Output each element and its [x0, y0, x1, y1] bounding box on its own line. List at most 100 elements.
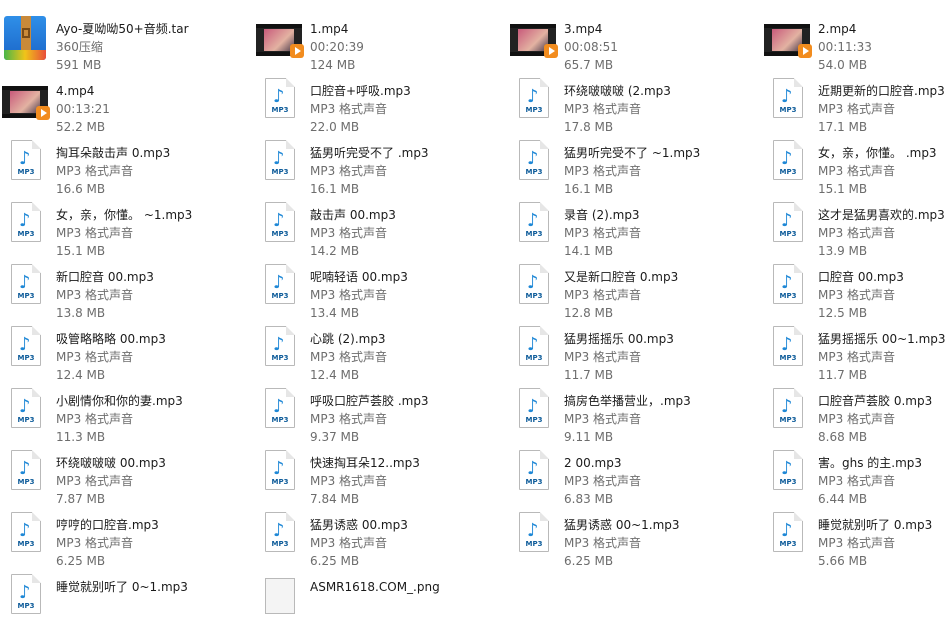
file-item[interactable]: ♪ MP3 口腔音芦荟胶 0.mp3 MP3 格式声音 8.68 MB: [762, 376, 947, 444]
file-type-or-duration: MP3 格式声音: [310, 474, 388, 488]
file-item[interactable]: ♪ MP3 猛男听完受不了 .mp3 MP3 格式声音 16.1 MB: [254, 128, 508, 196]
mp3-extension-label: MP3: [271, 168, 289, 176]
mp3-file-icon: ♪ MP3: [510, 388, 558, 436]
mp3-extension-label: MP3: [271, 540, 289, 548]
file-name: 小剧情你和你的妻.mp3: [56, 394, 183, 408]
file-item[interactable]: ♪ MP3 新口腔音 00.mp3 MP3 格式声音 13.8 MB: [0, 252, 254, 320]
file-item[interactable]: ♪ MP3 快速掏耳朵12..mp3 MP3 格式声音 7.84 MB: [254, 438, 508, 506]
file-item[interactable]: ASMR1618.COM_.png: [254, 562, 508, 624]
file-name: 呢喃轻语 00.mp3: [310, 270, 408, 284]
file-item[interactable]: ♪ MP3 哼哼的口腔音.mp3 MP3 格式声音 6.25 MB: [0, 500, 254, 568]
file-item[interactable]: 1.mp4 00:20:39 124 MB: [254, 4, 508, 72]
mp3-file-icon: ♪ MP3: [764, 388, 812, 436]
file-item[interactable]: ♪ MP3 环绕啵啵啵 00.mp3 MP3 格式声音 7.87 MB: [0, 438, 254, 506]
mp3-extension-label: MP3: [17, 168, 35, 176]
mp3-file-icon: ♪ MP3: [764, 140, 812, 188]
file-type-or-duration: 360压缩: [56, 40, 103, 54]
file-name: 2 00.mp3: [564, 456, 622, 470]
file-item[interactable]: ♪ MP3 呢喃轻语 00.mp3 MP3 格式声音 13.4 MB: [254, 252, 508, 320]
file-item[interactable]: Ayo-夏呦呦50+音频.tar 360压缩 591 MB: [0, 4, 254, 72]
mp3-extension-label: MP3: [17, 230, 35, 238]
mp3-extension-label: MP3: [525, 168, 543, 176]
video-icon: [256, 16, 304, 64]
file-item[interactable]: ♪ MP3 猛男诱惑 00.mp3 MP3 格式声音 6.25 MB: [254, 500, 508, 568]
file-type-or-duration: MP3 格式声音: [310, 412, 388, 426]
mp3-file-icon: ♪ MP3: [510, 512, 558, 560]
file-name: 猛男诱惑 00.mp3: [310, 518, 408, 532]
mp3-file-icon: ♪ MP3: [764, 264, 812, 312]
mp3-file-icon: ♪ MP3: [2, 450, 50, 498]
file-name: 敲击声 00.mp3: [310, 208, 396, 222]
file-item[interactable]: ♪ MP3 猛男摇摇乐 00.mp3 MP3 格式声音 11.7 MB: [508, 314, 762, 382]
file-item[interactable]: ♪ MP3 呼吸口腔芦荟胶 .mp3 MP3 格式声音 9.37 MB: [254, 376, 508, 444]
file-name: 猛男摇摇乐 00.mp3: [564, 332, 674, 346]
file-name: 近期更新的口腔音.mp3: [818, 84, 945, 98]
file-type-or-duration: MP3 格式声音: [310, 164, 388, 178]
file-item[interactable]: ♪ MP3 猛男摇摇乐 00~1.mp3 MP3 格式声音 11.7 MB: [762, 314, 947, 382]
file-item[interactable]: ♪ MP3 害。ghs 的主.mp3 MP3 格式声音 6.44 MB: [762, 438, 947, 506]
file-item[interactable]: ♪ MP3 2 00.mp3 MP3 格式声音 6.83 MB: [508, 438, 762, 506]
file-name: 新口腔音 00.mp3: [56, 270, 154, 284]
file-type-or-duration: MP3 格式声音: [564, 164, 642, 178]
file-type-or-duration: MP3 格式声音: [818, 536, 896, 550]
file-type-or-duration: MP3 格式声音: [310, 536, 388, 550]
file-name: Ayo-夏呦呦50+音频.tar: [56, 22, 189, 36]
file-item[interactable]: ♪ MP3 近期更新的口腔音.mp3 MP3 格式声音 17.1 MB: [762, 66, 947, 134]
file-name: 猛男诱惑 00~1.mp3: [564, 518, 680, 532]
file-item[interactable]: ♪ MP3 小剧情你和你的妻.mp3 MP3 格式声音 11.3 MB: [0, 376, 254, 444]
file-type-or-duration: MP3 格式声音: [564, 412, 642, 426]
file-name: 掏耳朵敲击声 0.mp3: [56, 146, 171, 160]
file-item[interactable]: ♪ MP3 环绕啵啵啵 (2.mp3 MP3 格式声音 17.8 MB: [508, 66, 762, 134]
file-type-or-duration: MP3 格式声音: [310, 288, 388, 302]
file-type-or-duration: MP3 格式声音: [56, 474, 134, 488]
file-item[interactable]: 2.mp4 00:11:33 54.0 MB: [762, 4, 947, 72]
mp3-extension-label: MP3: [271, 106, 289, 114]
png-image-icon: [256, 574, 304, 622]
file-type-or-duration: MP3 格式声音: [564, 102, 642, 116]
mp3-extension-label: MP3: [525, 540, 543, 548]
file-item[interactable]: ♪ MP3 睡觉就别听了 0.mp3 MP3 格式声音 5.66 MB: [762, 500, 947, 568]
file-item[interactable]: ♪ MP3 敲击声 00.mp3 MP3 格式声音 14.2 MB: [254, 190, 508, 258]
file-item[interactable]: ♪ MP3 口腔音 00.mp3 MP3 格式声音 12.5 MB: [762, 252, 947, 320]
file-type-or-duration: MP3 格式声音: [564, 226, 642, 240]
mp3-file-icon: ♪ MP3: [510, 202, 558, 250]
file-item[interactable]: 4.mp4 00:13:21 52.2 MB: [0, 66, 254, 134]
file-name: 猛男摇摇乐 00~1.mp3: [818, 332, 946, 346]
mp3-file-icon: ♪ MP3: [510, 326, 558, 374]
file-name: 呼吸口腔芦荟胶 .mp3: [310, 394, 429, 408]
video-icon: [510, 16, 558, 64]
file-type-or-duration: MP3 格式声音: [56, 536, 134, 550]
file-item[interactable]: ♪ MP3 女，亲，你懂。 .mp3 MP3 格式声音 15.1 MB: [762, 128, 947, 196]
mp3-extension-label: MP3: [525, 416, 543, 424]
file-item[interactable]: ♪ MP3 猛男听完受不了 ~1.mp3 MP3 格式声音 16.1 MB: [508, 128, 762, 196]
file-item[interactable]: ♪ MP3 又是新口腔音 0.mp3 MP3 格式声音 12.8 MB: [508, 252, 762, 320]
mp3-file-icon: ♪ MP3: [2, 140, 50, 188]
mp3-file-icon: ♪ MP3: [764, 450, 812, 498]
file-item[interactable]: ♪ MP3 录音 (2).mp3 MP3 格式声音 14.1 MB: [508, 190, 762, 258]
file-type-or-duration: MP3 格式声音: [564, 536, 642, 550]
file-name: 录音 (2).mp3: [564, 208, 640, 222]
file-name: 这才是猛男喜欢的.mp3: [818, 208, 945, 222]
file-item[interactable]: 3.mp4 00:08:51 65.7 MB: [508, 4, 762, 72]
mp3-file-icon: ♪ MP3: [2, 202, 50, 250]
file-item[interactable]: ♪ MP3 吸管略略略 00.mp3 MP3 格式声音 12.4 MB: [0, 314, 254, 382]
mp3-extension-label: MP3: [271, 478, 289, 486]
mp3-file-icon: ♪ MP3: [764, 202, 812, 250]
file-type-or-duration: 00:11:33: [818, 40, 872, 54]
file-type-or-duration: MP3 格式声音: [564, 350, 642, 364]
file-item[interactable]: ♪ MP3 心跳 (2).mp3 MP3 格式声音 12.4 MB: [254, 314, 508, 382]
file-name: 口腔音+呼吸.mp3: [310, 84, 411, 98]
file-item[interactable]: ♪ MP3 这才是猛男喜欢的.mp3 MP3 格式声音 13.9 MB: [762, 190, 947, 258]
file-name: 环绕啵啵啵 (2.mp3: [564, 84, 671, 98]
mp3-file-icon: ♪ MP3: [256, 202, 304, 250]
mp3-file-icon: ♪ MP3: [510, 78, 558, 126]
file-type-or-duration: MP3 格式声音: [56, 350, 134, 364]
mp3-extension-label: MP3: [525, 354, 543, 362]
file-item[interactable]: ♪ MP3 猛男诱惑 00~1.mp3 MP3 格式声音 6.25 MB: [508, 500, 762, 568]
file-item[interactable]: ♪ MP3 女，亲，你懂。 ~1.mp3 MP3 格式声音 15.1 MB: [0, 190, 254, 258]
file-item[interactable]: ♪ MP3 口腔音+呼吸.mp3 MP3 格式声音 22.0 MB: [254, 66, 508, 134]
mp3-extension-label: MP3: [17, 602, 35, 610]
file-item[interactable]: ♪ MP3 搞房色举播营业，.mp3 MP3 格式声音 9.11 MB: [508, 376, 762, 444]
file-item[interactable]: ♪ MP3 掏耳朵敲击声 0.mp3 MP3 格式声音 16.6 MB: [0, 128, 254, 196]
file-item[interactable]: ♪ MP3 睡觉就别听了 0~1.mp3: [0, 562, 254, 624]
